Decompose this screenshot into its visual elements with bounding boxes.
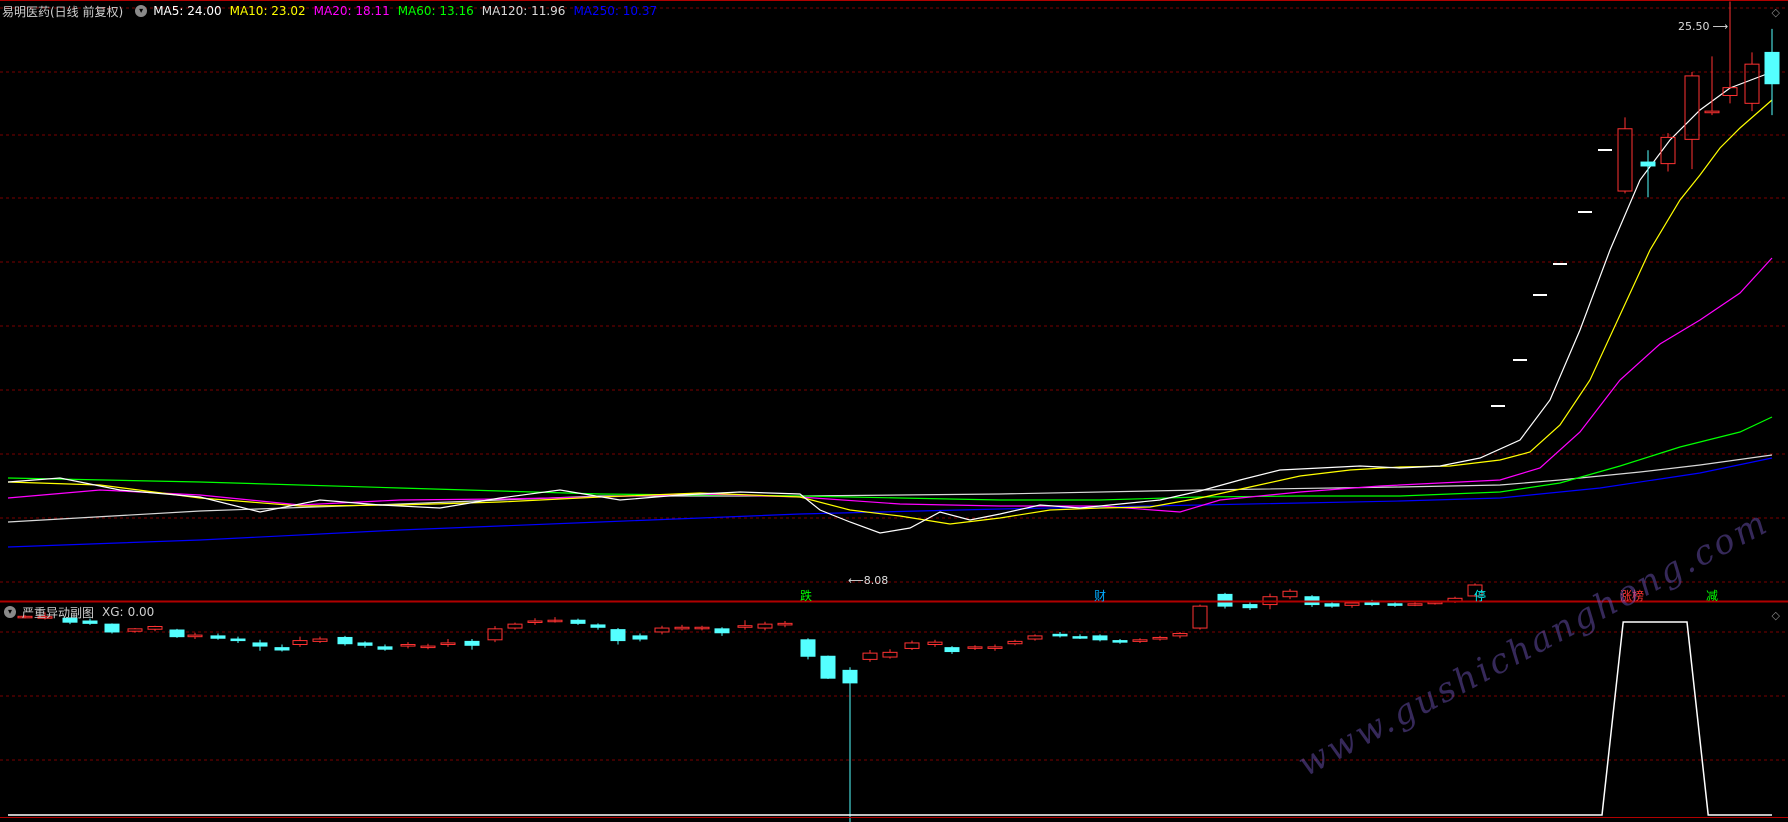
event-label-text: 减 <box>1706 589 1719 603</box>
candle-body-down <box>169 629 185 638</box>
candle-body-down <box>357 642 373 646</box>
ma-indicator-1: MA10: 23.02 <box>229 4 306 18</box>
candle-body-down <box>464 640 480 646</box>
event-label-jian[interactable]: 减 <box>1706 587 1718 604</box>
ma-indicator-5: MA250: 10.37 <box>573 4 658 18</box>
candle-body-down <box>377 646 393 650</box>
sub-panel-title[interactable]: 严重异动副图 <box>22 604 94 621</box>
sub-chevron-icon[interactable]: ▾ <box>4 606 16 618</box>
candle-body-down <box>1242 604 1258 609</box>
main-panel-tool-icon[interactable]: ◇ <box>1772 6 1780 19</box>
xg-label: XG: <box>102 605 124 619</box>
settings-chevron-icon[interactable]: ▾ <box>135 5 148 17</box>
event-label-text: 停 <box>1474 589 1487 603</box>
event-label-cai[interactable]: 财 <box>1094 587 1106 604</box>
high-price-marker: 25.50 ⟶ <box>1678 20 1729 33</box>
event-label-text: 财 <box>1094 589 1107 603</box>
candle-body-down <box>1387 603 1403 606</box>
ma-indicator-2: MA20: 18.11 <box>313 4 390 18</box>
ma-indicator-4: MA120: 11.96 <box>481 4 566 18</box>
ma-indicator-0: MA5: 24.00 <box>153 4 222 18</box>
candle-body-down <box>274 647 290 651</box>
xg-value: 0.00 <box>127 605 155 619</box>
candle-body-down <box>842 669 858 684</box>
stock-title[interactable]: 易明医药(日线 前复权) <box>2 3 123 20</box>
event-label-ting[interactable]: 停 <box>1474 587 1486 604</box>
candle-body-down <box>230 638 246 642</box>
main-header: 易明医药(日线 前复权) ▾ MA5: 24.00 MA10: 23.02 MA20… <box>2 1 665 21</box>
candle-body-down <box>1072 636 1088 639</box>
candle-body-down <box>1092 635 1108 641</box>
kline-chart-canvas[interactable] <box>0 0 1788 822</box>
candle-body-down <box>1364 601 1380 606</box>
low-price-value: 8.08 <box>863 574 889 587</box>
candle-body-down <box>1640 161 1656 167</box>
candle-body-down <box>1112 640 1128 643</box>
candle-body-down <box>252 642 268 647</box>
low-price-marker: ⟵8.08 <box>848 574 889 587</box>
candle-body-down <box>1052 633 1068 637</box>
sub-panel-tool-icon[interactable]: ◇ <box>1772 609 1780 622</box>
candle-body-down <box>210 635 226 639</box>
candle-body-down <box>632 635 648 640</box>
candle-body-down <box>610 629 626 642</box>
candle-body-down <box>1217 593 1233 607</box>
candle-body-down <box>1764 51 1780 85</box>
ma-indicator-list: MA5: 24.00 MA10: 23.02 MA20: 18.11 MA60: 13… <box>153 4 665 18</box>
candle-body-down <box>590 624 606 628</box>
candle-body-down <box>570 619 586 624</box>
candle-body-down <box>714 628 730 634</box>
candle-body-down <box>800 639 816 657</box>
sub-header: ▾ 严重异动副图 XG: 0.00 <box>0 602 154 622</box>
candle-body-down <box>337 636 353 645</box>
event-label-text: 跌 <box>800 589 813 603</box>
candle-body-down <box>1324 603 1340 607</box>
candle-body-down <box>944 647 960 653</box>
high-price-value: 25.50 <box>1678 20 1710 33</box>
candle-body-down <box>820 655 836 679</box>
event-label-die[interactable]: 跌 <box>800 587 812 604</box>
ma-indicator-3: MA60: 13.16 <box>397 4 474 18</box>
candle-body-down <box>104 623 120 633</box>
